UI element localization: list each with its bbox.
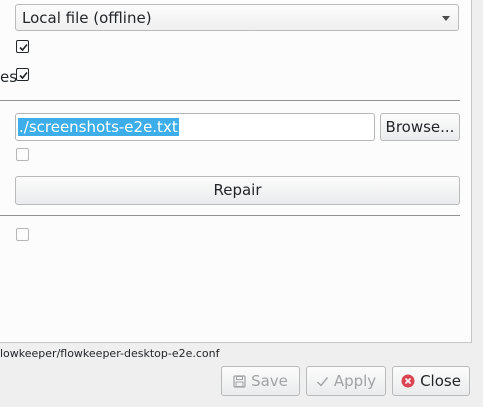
chevron-down-icon	[442, 16, 450, 21]
section-divider	[0, 100, 460, 101]
settings-panel: Local file (offline) es ./screenshots-e2…	[0, 0, 472, 343]
source-type-dropdown[interactable]: Local file (offline)	[15, 4, 459, 31]
section-divider	[0, 215, 460, 216]
apply-button-label: Apply	[333, 372, 377, 390]
checkmark-icon	[316, 376, 328, 387]
option-checkbox-2[interactable]	[16, 68, 29, 81]
option-checkbox-3[interactable]	[16, 148, 29, 161]
checkmark-icon	[19, 43, 28, 52]
browse-button[interactable]: Browse...	[380, 113, 460, 141]
file-path-value: ./screenshots-e2e.txt	[18, 118, 179, 136]
browse-button-label: Browse...	[385, 118, 455, 136]
apply-button[interactable]: Apply	[306, 366, 386, 396]
close-button-label: Close	[420, 372, 461, 390]
file-path-input[interactable]: ./screenshots-e2e.txt	[15, 113, 375, 141]
option-checkbox-1[interactable]	[16, 40, 29, 53]
option-2-label: es	[0, 68, 18, 86]
source-type-value: Local file (offline)	[22, 9, 152, 27]
save-button[interactable]: Save	[221, 366, 300, 396]
repair-button[interactable]: Repair	[15, 176, 460, 205]
repair-button-label: Repair	[213, 181, 262, 199]
save-button-label: Save	[251, 372, 288, 390]
option-checkbox-4[interactable]	[16, 228, 29, 241]
close-button[interactable]: Close	[392, 366, 470, 396]
checkmark-icon	[19, 71, 28, 80]
close-circle-icon	[401, 374, 415, 388]
floppy-disk-icon	[233, 374, 246, 388]
config-file-path: lowkeeper/flowkeeper-desktop-e2e.conf	[0, 347, 220, 360]
